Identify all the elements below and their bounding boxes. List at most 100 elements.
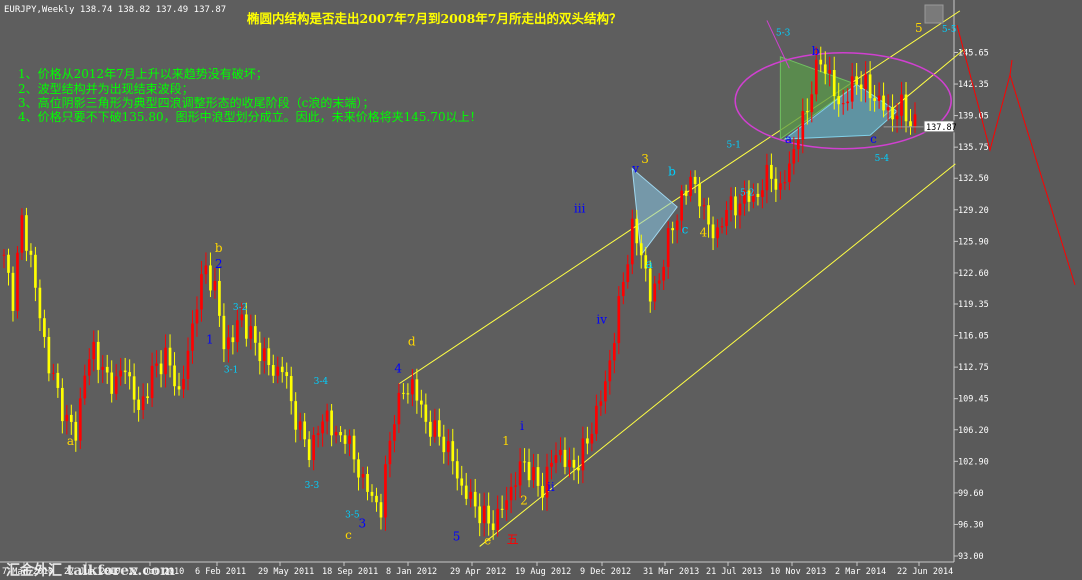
candle-body bbox=[253, 326, 257, 343]
candle-body bbox=[52, 372, 55, 374]
candle-body bbox=[891, 107, 894, 120]
candle bbox=[16, 246, 19, 319]
candle-body bbox=[87, 359, 91, 376]
chart-close-button[interactable] bbox=[924, 4, 944, 24]
candle-body bbox=[577, 467, 580, 471]
candle-body bbox=[7, 254, 10, 273]
note-1: 1、价格从2012年7月上升以来趋势没有破坏； bbox=[18, 66, 268, 81]
candle-body bbox=[505, 500, 508, 510]
candle-body bbox=[173, 365, 176, 387]
price-tick-label: 99.60 bbox=[958, 489, 984, 499]
time-tick-label: 9 Dec 2012 bbox=[580, 567, 631, 577]
candle-body bbox=[873, 98, 876, 101]
candle-body bbox=[388, 440, 392, 465]
price-chart[interactable]: ab23-213-13-43-33-53cd45 e 五1i2iiiiiiv3v ba… bbox=[0, 0, 1082, 580]
candle-body bbox=[123, 370, 127, 373]
candle-body bbox=[725, 209, 728, 227]
candle-body bbox=[267, 348, 271, 366]
candle-body bbox=[446, 441, 450, 453]
candle-body bbox=[684, 190, 688, 196]
candle-body bbox=[393, 424, 396, 441]
candle-body bbox=[788, 163, 791, 183]
wave-label: a bbox=[785, 132, 792, 146]
note-2: 2、波型结构并为出现结束波段； bbox=[18, 81, 194, 96]
candle-body bbox=[258, 342, 262, 362]
candle-body bbox=[47, 336, 51, 374]
candle-body bbox=[455, 461, 459, 479]
price-tick-label: 116.05 bbox=[958, 332, 989, 342]
candle-body bbox=[316, 433, 320, 435]
candle-body bbox=[756, 193, 760, 198]
candle-body bbox=[805, 111, 809, 113]
candle-body bbox=[370, 491, 374, 496]
candle-body bbox=[334, 431, 338, 436]
candle-body bbox=[128, 372, 131, 377]
candle-body bbox=[379, 502, 383, 518]
candle-body bbox=[451, 441, 455, 462]
current-price-marker: 137.87 bbox=[923, 120, 957, 133]
candle-body bbox=[680, 190, 683, 221]
candle-body bbox=[397, 392, 401, 425]
candle-body bbox=[599, 401, 603, 406]
candle-body bbox=[527, 461, 531, 481]
candle-body bbox=[738, 203, 742, 216]
candle-body bbox=[92, 341, 96, 360]
candle-body bbox=[357, 459, 360, 478]
candle-body bbox=[191, 323, 194, 351]
candle-body bbox=[56, 372, 60, 388]
candle-body bbox=[384, 464, 387, 518]
candle-body bbox=[271, 365, 275, 376]
note-4: 4、价格只要不下破135.80，图形中浪型划分成立。因此，未来价格将夹145.7… bbox=[18, 109, 482, 124]
candle-body bbox=[707, 205, 710, 225]
candle-body bbox=[837, 96, 841, 105]
candle-body bbox=[137, 399, 140, 410]
candle-body bbox=[249, 326, 253, 339]
candle-body bbox=[110, 372, 114, 394]
candle-body bbox=[105, 366, 109, 373]
candle-body bbox=[307, 439, 311, 461]
candle-body bbox=[146, 396, 149, 399]
candle-body bbox=[231, 337, 235, 343]
candle-body bbox=[204, 265, 208, 275]
candle-body bbox=[904, 94, 908, 122]
candle-body bbox=[770, 164, 773, 179]
candle-body bbox=[698, 184, 701, 207]
candle-body bbox=[280, 366, 284, 373]
wave-label: 3-3 bbox=[305, 481, 320, 491]
candle-body bbox=[819, 59, 823, 65]
candle-body bbox=[626, 264, 630, 283]
candle-body bbox=[702, 205, 706, 207]
candle-body bbox=[568, 459, 571, 467]
candle-body bbox=[814, 59, 818, 95]
wave-label: 4 bbox=[394, 361, 402, 375]
candle-body bbox=[375, 495, 378, 503]
candle-body bbox=[415, 379, 419, 401]
candle-body bbox=[653, 283, 657, 302]
candle-body bbox=[478, 506, 482, 524]
wave-label: a bbox=[67, 434, 74, 448]
candle-body bbox=[433, 420, 437, 437]
price-tick-label: 125.90 bbox=[958, 237, 989, 247]
wave-label: 5-2 bbox=[740, 188, 755, 198]
candle-body bbox=[550, 462, 553, 467]
wave-label: d bbox=[408, 335, 416, 349]
candle-body bbox=[559, 449, 562, 456]
candle-body bbox=[213, 280, 217, 291]
candle-body bbox=[765, 164, 769, 191]
candle-body bbox=[339, 431, 342, 436]
price-tick-label: 119.35 bbox=[958, 300, 989, 310]
wave-label: e bbox=[484, 534, 491, 548]
candle-body bbox=[900, 94, 903, 116]
note-3: 3、高位阴影三角形为典型四浪调整形态的收尾阶段（c浪的末端）； bbox=[18, 95, 374, 110]
candle-body bbox=[25, 215, 28, 251]
candle-body bbox=[523, 461, 526, 463]
candle-body bbox=[711, 224, 715, 239]
candle-body bbox=[716, 227, 719, 239]
candle-body bbox=[913, 114, 917, 127]
candle-body bbox=[648, 268, 652, 302]
candle-body bbox=[469, 491, 473, 499]
wave-label: 五 bbox=[507, 533, 519, 547]
candle-body bbox=[882, 95, 885, 111]
candle-body bbox=[236, 320, 239, 343]
time-tick-label: 29 Apr 2012 bbox=[450, 567, 506, 577]
